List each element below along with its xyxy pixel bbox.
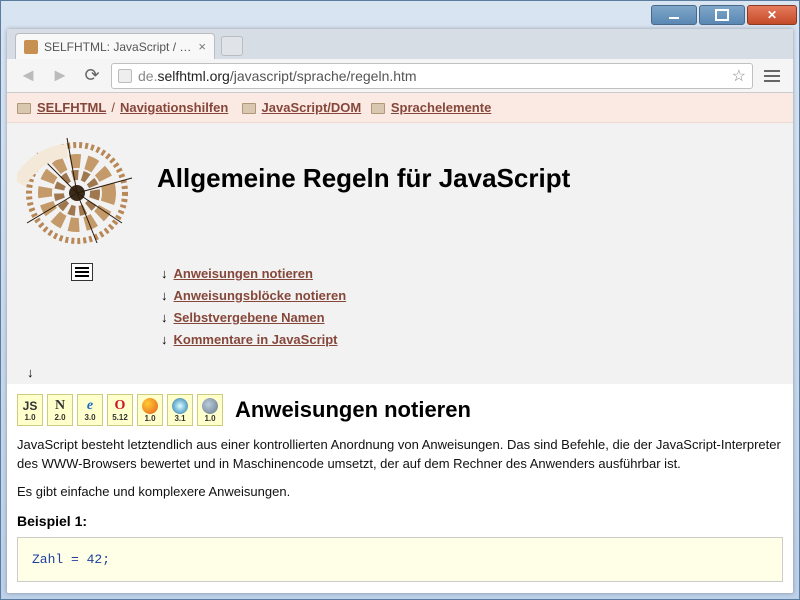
reload-button[interactable]: ⟳ xyxy=(79,63,105,89)
selfhtml-logo xyxy=(17,133,137,253)
favicon xyxy=(24,40,38,54)
paragraph: JavaScript besteht letztendlich aus eine… xyxy=(17,436,783,472)
new-tab-button[interactable] xyxy=(221,36,243,56)
badge-netscape: N2.0 xyxy=(47,394,73,426)
url-globe-icon xyxy=(118,69,132,83)
toc-link-anweisungen-notieren[interactable]: Anweisungen notieren xyxy=(174,263,313,285)
tab-title: SELFHTML: JavaScript / Sp xyxy=(44,40,192,54)
breadcrumb-link-navigationshilfen[interactable]: Navigationshilfen xyxy=(120,100,228,115)
url-domain: selfhtml.org xyxy=(157,68,229,84)
folder-icon xyxy=(371,103,385,114)
hamburger-icon xyxy=(760,70,784,82)
bookmark-star-icon[interactable]: ☆ xyxy=(732,66,746,86)
window-titlebar xyxy=(1,1,799,29)
breadcrumb-link-sprachelemente[interactable]: Sprachelemente xyxy=(391,100,491,115)
tab-close-icon[interactable]: × xyxy=(198,39,206,54)
folder-icon xyxy=(242,103,256,114)
table-of-contents: Anweisungen notieren Anweisungsblöcke no… xyxy=(161,263,346,351)
window-minimize-button[interactable] xyxy=(651,5,697,25)
toc-toggle-button[interactable] xyxy=(71,263,93,281)
paragraph: Es gibt einfache und komplexere Anweisun… xyxy=(17,483,783,501)
example-label: Beispiel 1: xyxy=(17,513,783,529)
browser-tab[interactable]: SELFHTML: JavaScript / Sp × xyxy=(15,33,215,59)
section-heading: Anweisungen notieren xyxy=(235,397,471,423)
window-close-button[interactable] xyxy=(747,5,797,25)
browser-tabbar: SELFHTML: JavaScript / Sp × xyxy=(7,29,793,59)
code-block: Zahl = 42; xyxy=(17,537,783,582)
toc-link-anweisungsbloecke-notieren[interactable]: Anweisungsblöcke notieren xyxy=(174,285,347,307)
badge-opera: O5.12 xyxy=(107,394,133,426)
badge-ie: e3.0 xyxy=(77,394,103,426)
toc-link-kommentare-in-javascript[interactable]: Kommentare in JavaScript xyxy=(174,329,338,351)
browser-compat-badges: JS1.0 N2.0 e3.0 O5.12 1.0 3.1 1.0 Anweis… xyxy=(17,394,783,426)
back-button[interactable]: ◄ xyxy=(15,63,41,89)
page-title: Allgemeine Regeln für JavaScript xyxy=(157,163,570,194)
folder-icon xyxy=(17,103,31,114)
breadcrumb-link-selfhtml[interactable]: SELFHTML xyxy=(37,100,106,115)
url-subdomain: de. xyxy=(138,68,157,84)
badge-konqueror: 1.0 xyxy=(197,394,223,426)
jump-down-icon[interactable]: ↓ xyxy=(17,361,783,384)
badge-firefox: 1.0 xyxy=(137,394,163,426)
breadcrumb: SELFHTML/Navigationshilfen JavaScript/DO… xyxy=(7,93,793,123)
window-maximize-button[interactable] xyxy=(699,5,745,25)
page-viewport[interactable]: SELFHTML/Navigationshilfen JavaScript/DO… xyxy=(7,93,793,593)
badge-js: JS1.0 xyxy=(17,394,43,426)
browser-toolbar: ◄ ► ⟳ de.selfhtml.org/javascript/sprache… xyxy=(7,59,793,93)
browser-menu-button[interactable] xyxy=(759,63,785,89)
toc-link-selbstvergebene-namen[interactable]: Selbstvergebene Namen xyxy=(174,307,325,329)
url-bar[interactable]: de.selfhtml.org/javascript/sprache/regel… xyxy=(111,63,753,89)
forward-button[interactable]: ► xyxy=(47,63,73,89)
badge-safari: 3.1 xyxy=(167,394,193,426)
breadcrumb-link-javascript-dom[interactable]: JavaScript/DOM xyxy=(262,100,362,115)
url-path: /javascript/sprache/regeln.htm xyxy=(230,68,417,84)
